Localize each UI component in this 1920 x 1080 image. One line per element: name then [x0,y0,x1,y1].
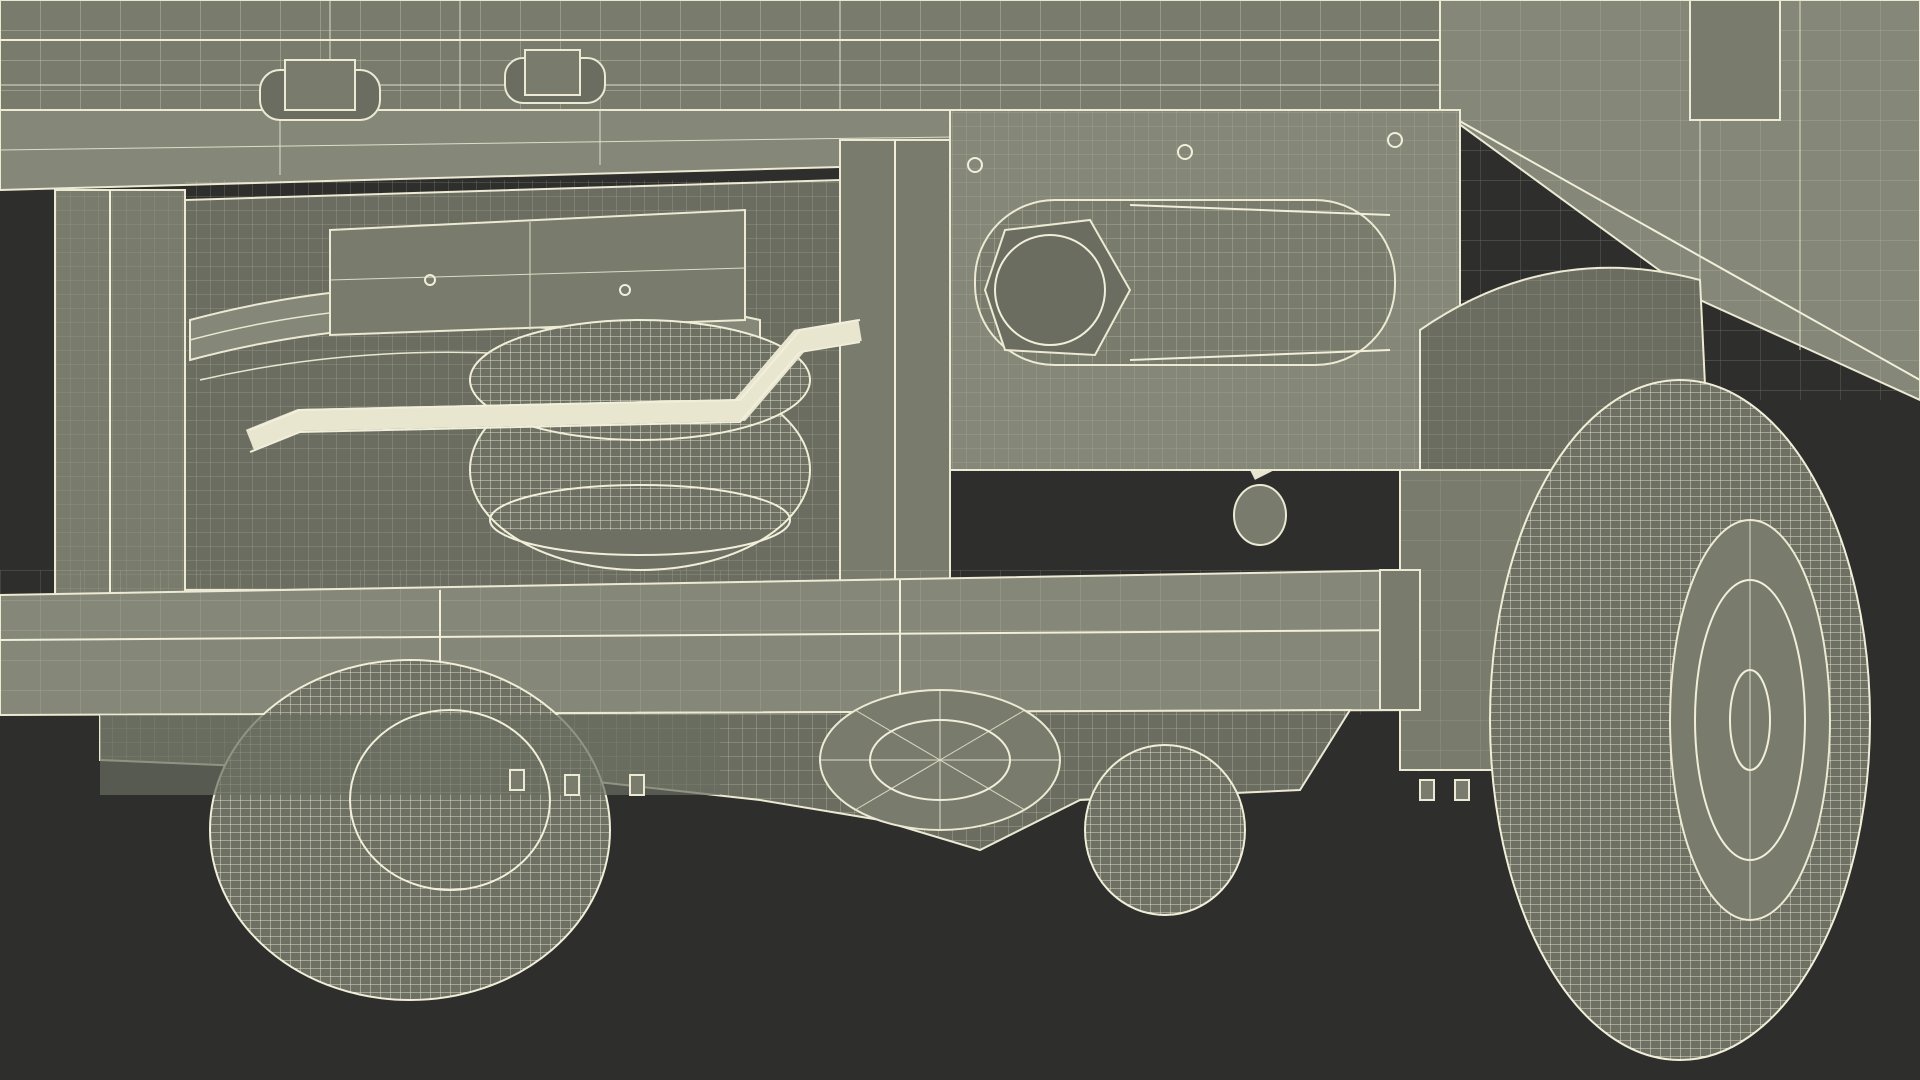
wireframe-render [0,0,1920,1080]
render-viewport [0,0,1920,1080]
rear-wheel-far [1084,744,1246,916]
spare-tire [469,319,811,571]
rear-bumper [0,568,1421,717]
plate-bracket [329,208,746,337]
rear-wheel-right [1489,379,1871,1061]
tank-housing [949,109,1461,471]
